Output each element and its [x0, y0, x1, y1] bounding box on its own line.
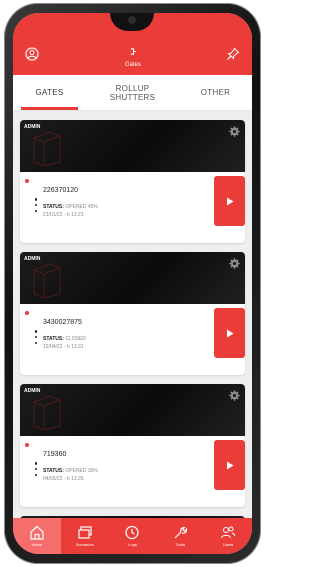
open-gate-button[interactable]	[214, 308, 245, 358]
gate-id: 226370120	[43, 187, 79, 194]
open-gate-button[interactable]	[214, 440, 245, 490]
gate-info-row: 3430027875 STATUS: CLOSED 12/04/22 - h 1…	[20, 308, 245, 368]
status-indicator-dot	[25, 443, 29, 447]
play-icon	[226, 197, 233, 205]
nav-logs-label: Logs	[128, 542, 137, 547]
status-label: STATUS:	[43, 468, 64, 474]
nav-scenarios-label: Scenarios	[75, 542, 94, 547]
phone-frame: Gates GATES ROLLUP SHUTTERS OTHER ADMIN …	[4, 3, 261, 564]
header-title-block: Gates	[108, 43, 158, 68]
open-gate-button[interactable]	[214, 176, 245, 226]
pushpin-icon	[227, 47, 240, 60]
tab-gates[interactable]: GATES	[13, 75, 86, 110]
tab-rollup-shutters-label: ROLLUP SHUTTERS	[109, 83, 156, 102]
tab-other[interactable]: OTHER	[179, 75, 252, 110]
tab-rollup-shutters[interactable]: ROLLUP SHUTTERS	[86, 75, 179, 110]
status-value: CLOSED	[65, 336, 86, 342]
gate-card: ADMIN	[20, 120, 245, 243]
status-indicator-dot	[25, 311, 29, 315]
nav-logs[interactable]: Logs	[109, 518, 157, 554]
profile-button[interactable]	[21, 43, 43, 65]
tab-gates-label: GATES	[35, 88, 64, 97]
app-screen: Gates GATES ROLLUP SHUTTERS OTHER ADMIN …	[13, 13, 252, 554]
drag-handle-icon[interactable]	[34, 198, 38, 212]
gate-id: 3430027875	[43, 319, 82, 326]
nav-tools-label: Tools	[175, 542, 185, 547]
gate-info-row: 226370120 STATUS: OPENED 45% 21/01/22 - …	[20, 176, 245, 236]
settings-gear-icon[interactable]	[229, 390, 240, 401]
gates-list: ADMIN 226370120 STATUS: OPENED 45% 21/01…	[13, 112, 252, 518]
gate-info-row: 719360 STATUS: OPENED 30% 04/03/22 - h 1…	[20, 440, 245, 500]
gate-banner: ADMIN	[20, 384, 245, 436]
gate-datetime: 21/01/22 - h 12:21	[43, 212, 84, 218]
nav-home-label: Home	[31, 542, 43, 547]
play-icon	[226, 329, 233, 337]
role-badge: ADMIN	[24, 124, 41, 130]
drag-handle-icon[interactable]	[34, 462, 38, 476]
nav-scenarios[interactable]: Scenarios	[61, 518, 109, 554]
user-circle-icon	[25, 47, 39, 61]
status-value: OPENED 45%	[65, 204, 98, 210]
bottom-navigation: Home Scenarios Logs Tools Users	[13, 518, 252, 554]
layers-icon	[78, 526, 92, 539]
wrench-icon	[174, 526, 188, 539]
users-icon	[221, 526, 236, 539]
role-badge: ADMIN	[24, 388, 41, 394]
drag-handle-icon[interactable]	[34, 330, 38, 344]
status-value: OPENED 30%	[65, 468, 98, 474]
nav-tools[interactable]: Tools	[156, 518, 204, 554]
play-icon	[226, 461, 233, 469]
pin-button[interactable]	[222, 43, 244, 65]
gate-status: STATUS: CLOSED	[43, 336, 86, 342]
gate-datetime: 12/04/22 - h 13:31	[43, 344, 84, 350]
nav-users-label: Users	[222, 542, 234, 547]
gate-outline-graphic	[33, 132, 61, 166]
nav-home[interactable]: Home	[13, 518, 61, 554]
status-label: STATUS:	[43, 204, 64, 210]
category-tabs: GATES ROLLUP SHUTTERS OTHER	[13, 75, 252, 111]
gate-status: STATUS: OPENED 30%	[43, 468, 98, 474]
status-label: STATUS:	[43, 336, 64, 342]
gate-status: STATUS: OPENED 45%	[43, 204, 98, 210]
page-title: Gates	[124, 62, 141, 68]
gate-banner: ADMIN	[20, 252, 245, 304]
gate-icon	[130, 48, 136, 55]
gate-banner: ADMIN	[20, 120, 245, 172]
camera-icon	[128, 16, 136, 24]
gate-id: 719360	[43, 451, 67, 458]
gate-card: ADMIN	[20, 252, 245, 375]
tab-other-label: OTHER	[200, 88, 231, 97]
nav-users[interactable]: Users	[204, 518, 252, 554]
gate-outline-graphic	[33, 264, 61, 298]
role-badge: ADMIN	[24, 256, 41, 262]
settings-gear-icon[interactable]	[229, 258, 240, 269]
home-icon	[30, 525, 44, 540]
clock-icon	[125, 525, 140, 540]
gate-card: ADMIN	[20, 384, 245, 507]
gate-outline-graphic	[33, 396, 61, 430]
status-indicator-dot	[25, 179, 29, 183]
gate-datetime: 04/03/22 - h 13:26	[43, 476, 84, 482]
settings-gear-icon[interactable]	[229, 126, 240, 137]
